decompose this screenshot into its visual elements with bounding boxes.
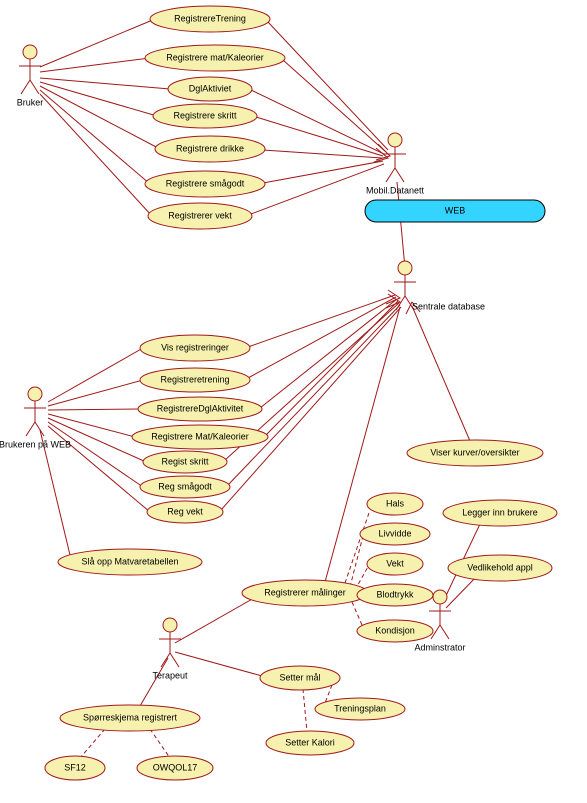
actor-label: Adminstrator	[414, 642, 465, 652]
uc-label: Registrere skritt	[173, 110, 237, 120]
uc-label: Setter Kalori	[285, 737, 335, 747]
uc-label: Legger inn brukere	[462, 507, 538, 517]
uc-label: Kondisjon	[375, 625, 415, 635]
actor-terapeut: Terapeut	[152, 618, 188, 680]
extend-line	[352, 602, 362, 625]
assoc-line	[40, 94, 152, 216]
uc-label: Registreretrening	[160, 374, 229, 384]
uc-label: RegistrereTrening	[174, 13, 246, 23]
use-cases: RegistrereTrening Registrere mat/Kaleori…	[45, 6, 557, 780]
uc-label: Spørreskjema registrert	[83, 712, 178, 722]
actor-label: Mobil.Datanett	[366, 185, 425, 195]
assoc-line	[446, 575, 478, 608]
uc-label: Livvidde	[378, 528, 411, 538]
uc-label: Blodtrykk	[376, 589, 414, 599]
uc-label: Registrerer vekt	[168, 210, 232, 220]
uc-label: Registrere Mat/Kaleorier	[151, 431, 249, 441]
web-label: WEB	[445, 205, 466, 215]
actor-brukeren-web: Brukeren på WEB	[0, 387, 71, 449]
uc-label: Setter mål	[279, 672, 320, 682]
assoc-line	[48, 409, 140, 410]
assoc-line	[412, 306, 470, 441]
uc-label: Reg smågodt	[158, 481, 212, 491]
uc-label: Vis registreringer	[161, 342, 229, 352]
uc-label: Registrere drikke	[176, 143, 244, 153]
uc-label: Slå opp Matvaretabellen	[81, 556, 178, 566]
uc-label: SF12	[64, 762, 86, 772]
uc-label: OWQOL17	[153, 762, 198, 772]
extend-line	[150, 729, 170, 758]
uc-label: Hals	[386, 498, 405, 508]
uc-label: DglAktiviet	[189, 83, 232, 93]
uc-label: Viser kurver/oversikter	[430, 447, 519, 457]
actor-label: Bruker	[17, 97, 44, 107]
use-case-diagram: WEB Bruker Mobil.Datanett Sentrale datab…	[0, 0, 587, 803]
actor-sentrale-database: Sentrale database	[394, 261, 485, 311]
actor-label: Sentrale database	[412, 301, 485, 311]
actor-bruker: Bruker	[17, 45, 44, 107]
actor-label: Brukeren på WEB	[0, 439, 71, 449]
assoc-line	[40, 90, 150, 184]
assoc-line	[140, 658, 168, 706]
extend-line	[80, 729, 105, 758]
uc-label: Treningsplan	[334, 703, 386, 713]
uc-label: Vekt	[386, 558, 404, 568]
uc-label: Registrere mat/Kaleorier	[166, 52, 264, 62]
uc-label: Regist skritt	[161, 456, 209, 466]
uc-label: Registrere smågodt	[166, 178, 245, 188]
assoc-line	[40, 86, 160, 149]
uc-label: Registrerer målinger	[264, 587, 346, 597]
assoc-line	[48, 348, 143, 402]
assoc-line	[175, 652, 262, 676]
assoc-line	[48, 380, 143, 406]
uc-label: Vedlikehold appl	[467, 562, 533, 572]
actor-label: Terapeut	[152, 670, 188, 680]
assoc-line	[48, 414, 135, 437]
extend-line	[303, 689, 307, 732]
uc-label: Reg vekt	[167, 506, 203, 516]
extend-line	[345, 510, 370, 583]
assoc-line	[40, 82, 157, 116]
uc-label: RegistrereDglAktivitet	[157, 403, 244, 413]
assoc-line	[175, 598, 254, 643]
arrows-to-sentrale	[221, 290, 401, 510]
